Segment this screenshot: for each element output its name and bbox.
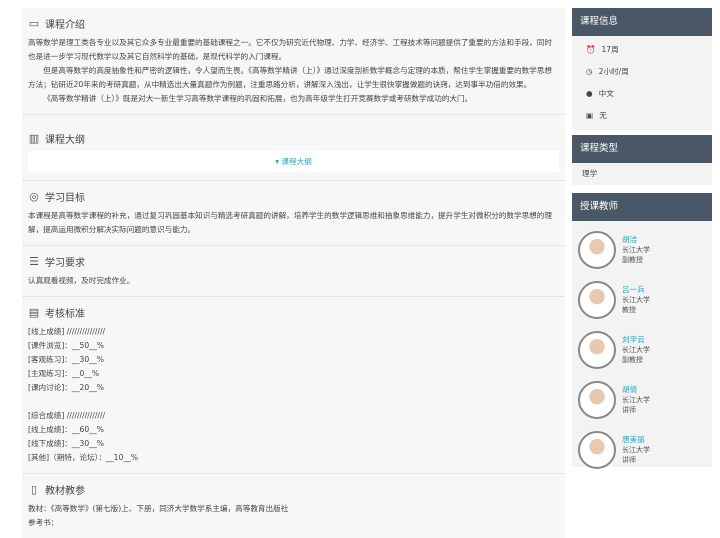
teacher-rank: 讲师 [622,456,636,464]
teacher-name[interactable]: 胡洁 [622,235,650,245]
teachers-title: 授课教师 [572,193,712,221]
teachers-panel: 授课教师 胡洁 长江大学 副教授 吕一兵 长江大学 教授 刘辛云 长江大学 副教授 胡倩 长江大学讲… [572,193,712,469]
assessment-line: [课件浏览]：__50__% [28,341,104,350]
teacher-avatar[interactable] [578,431,616,469]
teacher-avatar[interactable] [578,381,616,419]
assessment-section: ▤ 考核标准 [线上成绩] /////////////// [课件浏览]：__50_… [22,297,565,474]
textbooks-section: ▯ 教材教参 教材：《高等数学》(第七版)上、下册，同济大学数学系主编，高等教育出… [22,474,565,538]
assessment-line: [综合成绩] /////////////// [28,411,106,420]
course-detail-main: ▭ 课程介绍 高等数学是理工类各专业以及其它众多专业最重要的基础课程之一。它不仅为… [22,8,565,538]
teacher-avatar[interactable] [578,281,616,319]
clock-icon: ◷ [586,67,593,76]
textbook-line: 教材：《高等数学》(第七版)上、下册，同济大学数学系主编，高等教育出版社 [28,504,289,513]
teacher-card[interactable]: 胡倩 长江大学 讲师 [572,375,712,425]
requirements-section: ☰ 学习要求 认真观看视频，及时完成作业。 [22,246,565,297]
assessment-line: [其他]（期特，论坛）：__10__% [28,453,139,462]
assessment-title: 考核标准 [45,309,85,320]
teacher-name[interactable]: 胡倩 [622,385,650,395]
teacher-rank: 副教授 [622,256,643,264]
monitor-icon: ▭ [28,17,40,30]
outline-toggle-label: 课程大纲 [281,157,312,166]
goals-text: 本课程是高等数学课程的补充，通过复习巩固基本知识与精选考研真题的讲解，培养学生的… [28,211,552,234]
teacher-school: 长江大学 [622,396,650,404]
teacher-name[interactable]: 唐美丽 [622,435,650,445]
teacher-school: 长江大学 [622,296,650,304]
requirements-text: 认真观看视频，及时完成作业。 [28,276,135,285]
course-extra: 无 [599,111,607,120]
goals-section: ◎ 学习目标 本课程是高等数学课程的补充，通过复习巩固基本知识与精选考研真题的讲解… [22,181,565,246]
course-type-value: 理学 [582,169,598,178]
teacher-rank: 教授 [622,306,636,314]
teacher-card[interactable]: 吕一兵 长江大学 教授 [572,275,712,325]
target-icon: ◎ [29,190,39,203]
textbooks-title: 教材教参 [45,486,85,497]
assessment-line [28,395,559,409]
outline-icon: ▥ [28,132,40,145]
outline-toggle[interactable]: ▾ 课程大纲 [28,151,559,172]
course-info-panel: 课程信息 ⏰ 17周 ◷ 2小时/周 ● 中文 ▣ 无 [572,8,712,130]
intro-paragraph: 《高等数学精讲（上）》既是对大一新生学习高等数学课程的巩固和拓展，也为高年级学生… [43,94,473,103]
teacher-name[interactable]: 刘辛云 [622,335,650,345]
course-language: 中文 [598,89,614,98]
goals-title: 学习目标 [45,193,85,204]
list-icon: ☰ [29,255,39,268]
teacher-school: 长江大学 [622,346,650,354]
teacher-card[interactable]: 刘辛云 长江大学副教授 [572,325,712,375]
intro-title: 课程介绍 [45,20,85,31]
assessment-line: [主观练习]：__0__% [28,369,100,378]
assessment-line: [线上成绩]：__60__% [28,425,104,434]
teacher-school: 长江大学 [622,446,650,454]
teacher-rank: 副教授 [622,356,643,364]
teacher-name[interactable]: 吕一兵 [622,285,650,295]
course-hours: 2小时/周 [598,67,629,76]
assessment-line: [线下成绩]：__30__% [28,439,104,448]
book-icon: ▯ [30,483,38,496]
teacher-avatar[interactable] [578,331,616,369]
textbook-line: 参考书： [28,518,59,527]
intro-paragraph: 高等数学是理工类各专业以及其它众多专业最重要的基础课程之一。它不仅为研究近代物理… [28,38,552,61]
clipboard-icon: ▤ [28,306,40,319]
alarm-icon: ⏰ [586,45,596,54]
assessment-line: [线上成绩] /////////////// [28,327,106,336]
requirements-title: 学习要求 [45,258,85,269]
teacher-card[interactable]: 唐美丽 长江大学 讲师 [572,425,712,475]
calendar-icon: ▣ [586,111,594,120]
outline-title: 课程大纲 [45,135,85,146]
teacher-avatar[interactable] [578,231,616,269]
intro-paragraph: 但是高等数学的高度抽象性和严密的逻辑性，令人望而生畏。《高等数学精讲（上）》通过… [28,66,552,89]
outline-section: ▥ 课程大纲 ▾ 课程大纲 [22,123,565,181]
course-weeks: 17周 [601,45,619,54]
intro-section: ▭ 课程介绍 高等数学是理工类各专业以及其它众多专业最重要的基础课程之一。它不仅为… [22,8,565,115]
course-type-title: 课程类型 [572,135,712,163]
assessment-line: [客观练习]：__30__% [28,355,104,364]
teacher-card[interactable]: 胡洁 长江大学 副教授 [572,225,712,275]
teacher-rank: 讲师 [622,406,636,414]
globe-icon: ● [586,89,593,98]
course-type-panel: 课程类型 理学 [572,135,712,185]
course-info-title: 课程信息 [572,8,712,36]
assessment-line: [课内讨论]：__20__% [28,383,104,392]
teacher-school: 长江大学 [622,246,650,254]
